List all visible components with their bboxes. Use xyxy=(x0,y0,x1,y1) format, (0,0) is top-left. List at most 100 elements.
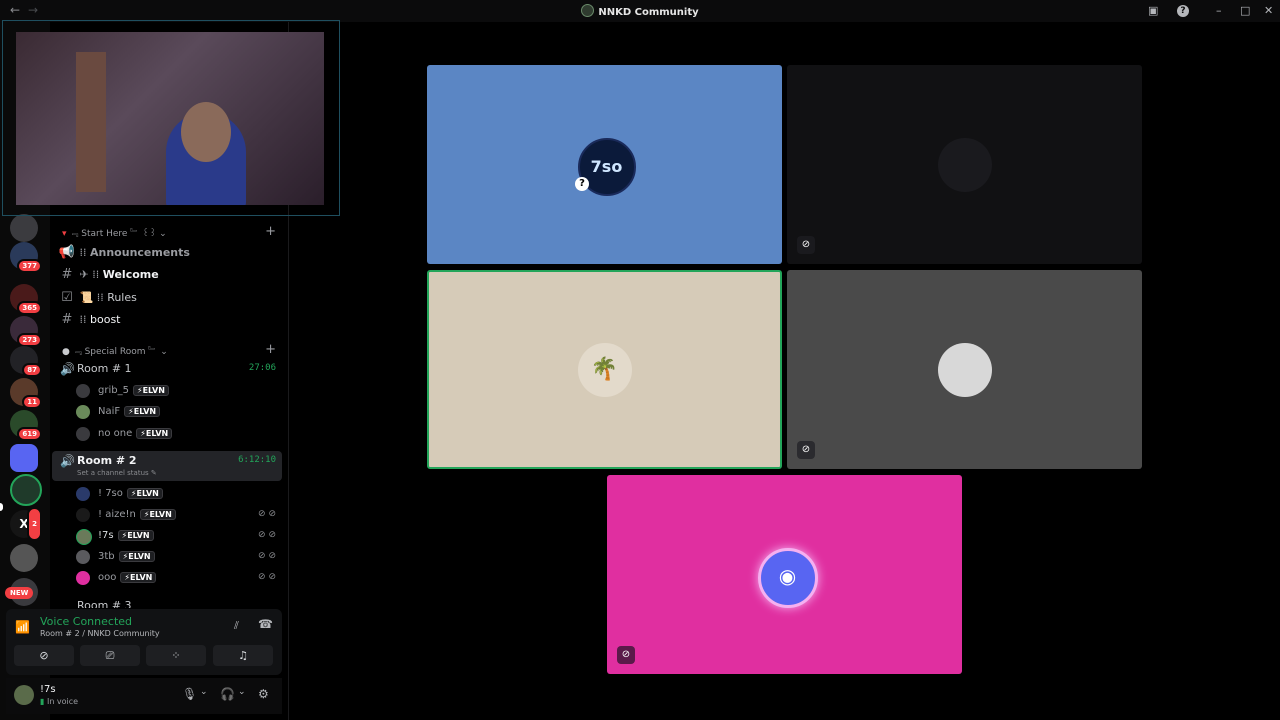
server-icon[interactable]: 11 xyxy=(10,378,42,409)
username: ooo xyxy=(98,572,117,583)
activities-button[interactable]: ⁘ xyxy=(146,645,206,666)
palm-tree-avatar: 🌴 xyxy=(577,342,632,397)
channel-name: Announcements xyxy=(90,246,190,259)
voice-user[interactable]: grib_5 ⚡ELVN xyxy=(76,382,282,400)
channel-rules[interactable]: ☑ 📜 ⁞⁞ Rules xyxy=(58,290,137,305)
user-tag-text: ELVN xyxy=(136,489,159,498)
user-name-row: ! aize!n ⚡ELVN xyxy=(98,509,176,520)
camera-button[interactable]: ⊘ xyxy=(14,645,74,666)
voice-user[interactable]: 3tb ⚡ELVN ⊘ ⊘ xyxy=(76,548,282,566)
username: NaiF xyxy=(98,406,121,417)
minimize-icon[interactable]: – xyxy=(1216,4,1222,17)
server-badge: 2 xyxy=(27,507,42,541)
user-tag: ⚡ELVN xyxy=(126,488,163,499)
headphones-icon[interactable]: 🎧 xyxy=(220,687,235,701)
current-username[interactable]: !7s xyxy=(40,684,56,695)
channel-status-text: Set a channel status xyxy=(77,469,149,477)
video-tile[interactable]: ⊘ xyxy=(787,65,1142,264)
nnkd-server-icon[interactable] xyxy=(10,474,42,506)
voice-location[interactable]: Room # 2 / NNKD Community xyxy=(40,629,160,638)
server-icon[interactable]: 87 xyxy=(10,346,42,377)
chevron-down-icon[interactable]: ⌄ xyxy=(200,687,208,697)
camera-off-icon: ⊘ xyxy=(797,441,815,459)
user-tag-text: ELVN xyxy=(149,510,172,519)
server-icon[interactable]: 619 xyxy=(10,410,42,441)
speaker-icon: 🔊 xyxy=(60,362,75,376)
video-tile[interactable]: ⊘ xyxy=(787,270,1142,469)
avatar xyxy=(76,571,90,585)
user-tag-text: ELVN xyxy=(127,531,150,540)
server-icon[interactable] xyxy=(10,214,38,242)
signal-icon: 📶 xyxy=(15,620,30,634)
category-label: ﹃ Special Room ﹄ xyxy=(72,347,158,357)
towel xyxy=(76,52,106,192)
hash-icon: # xyxy=(61,312,73,327)
channel-announcements[interactable]: 📢 ⁞⁞ Announcements xyxy=(58,245,190,260)
channel-prefix: ⁞⁞ xyxy=(79,313,87,326)
user-tag: ⚡ELVN xyxy=(136,428,173,439)
room-timer: 6:12:10 xyxy=(238,455,276,465)
soundboard-button[interactable]: ♫ xyxy=(213,645,273,666)
screen-share-button[interactable]: ⎚ xyxy=(80,645,140,666)
avatar xyxy=(76,405,90,419)
user-tag-text: ELVN xyxy=(142,386,165,395)
voice-user[interactable]: no one ⚡ELVN xyxy=(76,425,282,443)
user-status: ▮ In voice xyxy=(40,697,79,706)
user-name-row: ooo ⚡ELVN xyxy=(98,572,157,583)
user-tag: ⚡ELVN xyxy=(120,572,157,583)
microphone-icon[interactable]: 🎙 xyxy=(182,687,197,701)
settings-gear-icon[interactable]: ⚙ xyxy=(258,687,269,701)
voice-user[interactable]: NaiF ⚡ELVN xyxy=(76,403,282,421)
avatar xyxy=(76,427,90,441)
server-folder-icon[interactable] xyxy=(10,444,38,472)
channel-prefix: ⁞⁞ xyxy=(79,246,87,259)
user-tag-text: ELVN xyxy=(133,407,157,416)
video-tile-speaking[interactable]: 🌴 xyxy=(427,270,782,469)
video-tile[interactable]: ◉ ⊘ xyxy=(607,475,962,674)
channel-status[interactable]: Set a channel status ✎ xyxy=(77,469,157,477)
voice-channel-room-3[interactable]: Room # 3 xyxy=(52,598,282,608)
discord-logo-avatar: ◉ xyxy=(757,547,818,608)
deafened-icons: ⊘ ⊘ xyxy=(258,530,276,540)
room-name: Room # 1 xyxy=(77,362,132,375)
avatar[interactable] xyxy=(14,685,34,705)
server-icon[interactable]: 273 xyxy=(10,316,42,347)
server-logo-icon xyxy=(581,4,595,17)
voice-user[interactable]: ! aize!n ⚡ELVN ⊘ ⊘ xyxy=(76,506,282,524)
server-badge: 377 xyxy=(17,259,42,273)
voice-user[interactable]: ! 7so ⚡ELVN xyxy=(76,485,282,503)
voice-status[interactable]: Voice Connected xyxy=(40,615,132,628)
maximize-icon[interactable]: □ xyxy=(1240,4,1250,17)
close-icon[interactable]: ✕ xyxy=(1264,4,1273,17)
voice-channel-room-2[interactable]: 🔊 Room # 2 6:12:10 Set a channel status … xyxy=(52,451,282,481)
user-tag: ⚡ELVN xyxy=(124,406,161,417)
channel-welcome[interactable]: # ✈ ⁞⁞ Welcome xyxy=(58,267,159,282)
server-icon[interactable]: 377 xyxy=(10,242,42,273)
category-label: ﹃ Start Here ﹄ ꒰꒱ xyxy=(69,229,157,239)
megaphone-icon: 📢 xyxy=(58,245,76,260)
help-icon[interactable]: ? xyxy=(1177,5,1189,17)
user-tag: ⚡ELVN xyxy=(117,530,154,541)
add-channel-icon[interactable]: + xyxy=(265,224,276,239)
inbox-icon[interactable]: ▣ xyxy=(1148,4,1158,17)
category-start-here[interactable]: ▾ ﹃ Start Here ﹄ ꒰꒱ ⌄ xyxy=(62,226,167,239)
server-icon[interactable] xyxy=(10,544,38,572)
username: no one xyxy=(98,428,133,439)
server-badge: 619 xyxy=(17,427,42,441)
avatar xyxy=(76,529,92,545)
chevron-down-icon[interactable]: ⌄ xyxy=(238,687,246,697)
server-icon[interactable]: 365 xyxy=(10,284,42,315)
voice-user[interactable]: !7s ⚡ELVN ⊘ ⊘ xyxy=(76,527,282,545)
user-tag: ⚡ELVN xyxy=(118,551,155,562)
noise-suppression-icon[interactable]: ⫽ xyxy=(234,619,239,633)
voice-user[interactable]: ooo ⚡ELVN ⊘ ⊘ xyxy=(76,569,282,587)
add-channel-icon[interactable]: + xyxy=(265,342,276,357)
video-tile[interactable]: 7so ? xyxy=(427,65,782,264)
disconnect-icon[interactable]: ☎ xyxy=(258,617,273,631)
category-special-room[interactable]: ● ﹃ Special Room ﹄ ⌄ xyxy=(62,344,168,357)
voice-connection-panel: 📶 Voice Connected Room # 2 / NNKD Commun… xyxy=(6,609,282,675)
x-server-icon[interactable]: X2 xyxy=(10,507,42,541)
voice-channel-room-1[interactable]: 🔊 Room # 1 27:06 xyxy=(52,359,282,379)
question-badge-icon: ? xyxy=(575,177,589,191)
channel-boost[interactable]: # ⁞⁞ boost xyxy=(58,312,121,327)
